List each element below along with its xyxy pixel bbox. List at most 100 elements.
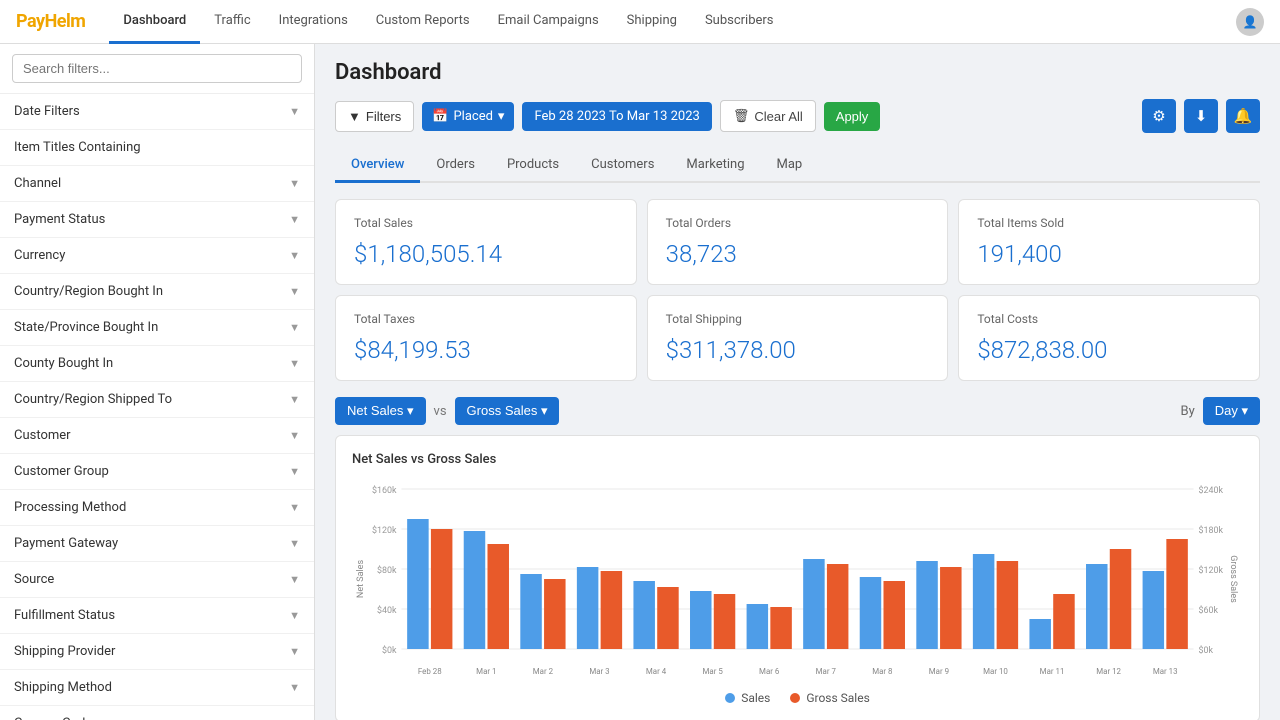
filter-label: Channel [14,176,61,191]
gross-sales-button[interactable]: Gross Sales ▾ [455,397,560,425]
tab-products[interactable]: Products [491,149,575,183]
bell-icon-button[interactable]: 🔔 [1226,99,1260,133]
chevron-icon: ▼ [289,681,300,694]
nav-link-email-campaigns[interactable]: Email Campaigns [484,0,613,44]
filter-label: Shipping Method [14,680,112,695]
legend-sales-label: Sales [741,691,770,705]
chevron-icon: ▼ [289,609,300,622]
filters-button[interactable]: ▼ Filters [335,101,414,132]
dropdown-arrow: ▾ [498,109,505,124]
filter-item-date-filters[interactable]: Date Filters▼ [0,94,314,130]
filter-item-item-titles[interactable]: Item Titles Containing [0,130,314,166]
chevron-icon: ▼ [289,105,300,118]
filter-item-country-shipped[interactable]: Country/Region Shipped To▼ [0,382,314,418]
metric-card-total-shipping: Total Shipping $311,378.00 [647,295,949,381]
filter-item-payment-status[interactable]: Payment Status▼ [0,202,314,238]
nav-link-shipping[interactable]: Shipping [613,0,691,44]
logo-text: PayHelm [16,11,85,32]
tab-customers[interactable]: Customers [575,149,670,183]
nav-link-traffic[interactable]: Traffic [200,0,264,44]
download-icon-button[interactable]: ⬇ [1184,99,1218,133]
vs-text: vs [434,404,447,419]
chevron-icon: ▼ [289,501,300,514]
sidebar-search-container [0,44,314,94]
settings-icon-button[interactable]: ⚙ [1142,99,1176,133]
filter-item-processing-method[interactable]: Processing Method ▼ [0,490,314,526]
filter-label: Payment Gateway [14,536,118,551]
filter-label: Shipping Provider [14,644,115,659]
metric-card-total-costs: Total Costs $872,838.00 [958,295,1260,381]
filter-item-customer[interactable]: Customer▼ [0,418,314,454]
date-range-display[interactable]: Feb 28 2023 To Mar 13 2023 [522,102,711,131]
svg-text:$240k: $240k [1198,485,1223,496]
nav-link-subscribers[interactable]: Subscribers [691,0,788,44]
net-sales-label: Net Sales [347,403,403,418]
apply-label: Apply [836,109,869,124]
filter-label: Source [14,572,54,587]
metric-value: $84,199.53 [354,336,618,364]
apply-button[interactable]: Apply [824,102,881,131]
filter-label: State/Province Bought In [14,320,158,335]
filter-item-customer-group[interactable]: Customer Group▼ [0,454,314,490]
chevron-icon: ▼ [289,357,300,370]
filter-item-coupon-code[interactable]: Coupon Code▼ [0,706,314,720]
chevron-icon: ▼ [289,645,300,658]
svg-text:Mar 9: Mar 9 [929,667,949,676]
by-label-text: By [1180,404,1194,419]
clear-all-button[interactable]: 🗑 Clear All [720,100,816,132]
date-picker[interactable]: 📅 Placed ▾ [422,102,514,131]
filter-item-channel[interactable]: Channel ▼ [0,166,314,202]
logo: PayHelm [16,11,85,32]
metric-value: $1,180,505.14 [354,240,618,268]
tab-map[interactable]: Map [761,149,819,183]
nav-link-dashboard[interactable]: Dashboard [109,0,200,44]
metric-label: Total Taxes [354,312,618,326]
metric-value: $872,838.00 [977,336,1241,364]
filter-item-country-region-bought[interactable]: Country/Region Bought In▼ [0,274,314,310]
svg-text:Mar 7: Mar 7 [816,667,837,676]
legend-orange-dot [790,693,800,703]
filter-item-shipping-method[interactable]: Shipping Method ▼ [0,670,314,706]
chart-container: $0k$0k$40k$60k$80k$120k$120k$180k$160k$2… [352,479,1243,683]
tab-orders[interactable]: Orders [420,149,491,183]
legend-gross-label: Gross Sales [806,691,869,705]
svg-text:Mar 2: Mar 2 [533,667,554,676]
filter-label: Customer Group [14,464,109,479]
tab-marketing[interactable]: Marketing [670,149,760,183]
metric-card-total-items-sold: Total Items Sold 191,400 [958,199,1260,285]
svg-text:Mar 4: Mar 4 [646,667,667,676]
nav-links: DashboardTrafficIntegrationsCustom Repor… [109,0,1236,44]
filter-item-state-province[interactable]: State/Province Bought In▼ [0,310,314,346]
filter-label: Payment Status [14,212,105,227]
svg-text:Net Sales: Net Sales [356,560,366,599]
metric-label: Total Costs [977,312,1241,326]
filter-item-source[interactable]: Source ▼ [0,562,314,598]
svg-text:$60k: $60k [1198,605,1218,616]
net-sales-button[interactable]: Net Sales ▾ [335,397,426,425]
page-title: Dashboard [335,60,1260,85]
trash-icon: 🗑 [733,108,750,124]
user-avatar[interactable]: 👤 [1236,8,1264,36]
chevron-icon: ▼ [289,573,300,586]
filter-label: Fulfillment Status [14,608,115,623]
svg-text:$180k: $180k [1198,525,1223,536]
nav-link-integrations[interactable]: Integrations [265,0,362,44]
metric-value: 191,400 [977,240,1241,268]
chart-legend: Sales Gross Sales [352,691,1243,705]
chevron-icon: ▼ [289,177,300,190]
svg-text:$160k: $160k [372,485,397,496]
filter-item-fulfillment-status[interactable]: Fulfillment Status ▼ [0,598,314,634]
filter-label: Processing Method [14,500,126,515]
filter-item-payment-gateway[interactable]: Payment Gateway▼ [0,526,314,562]
svg-text:$0k: $0k [1198,645,1213,656]
metric-card-total-orders: Total Orders 38,723 [647,199,949,285]
filter-item-county-bought[interactable]: County Bought In▼ [0,346,314,382]
nav-link-custom-reports[interactable]: Custom Reports [362,0,484,44]
chart-controls: Net Sales ▾ vs Gross Sales ▾ By Day ▾ [335,397,1260,425]
tab-overview[interactable]: Overview [335,149,420,183]
topnav: PayHelm DashboardTrafficIntegrationsCust… [0,0,1280,44]
day-button[interactable]: Day ▾ [1203,397,1260,425]
filter-item-shipping-provider[interactable]: Shipping Provider ▼ [0,634,314,670]
search-input[interactable] [12,54,302,83]
filter-item-currency[interactable]: Currency▼ [0,238,314,274]
